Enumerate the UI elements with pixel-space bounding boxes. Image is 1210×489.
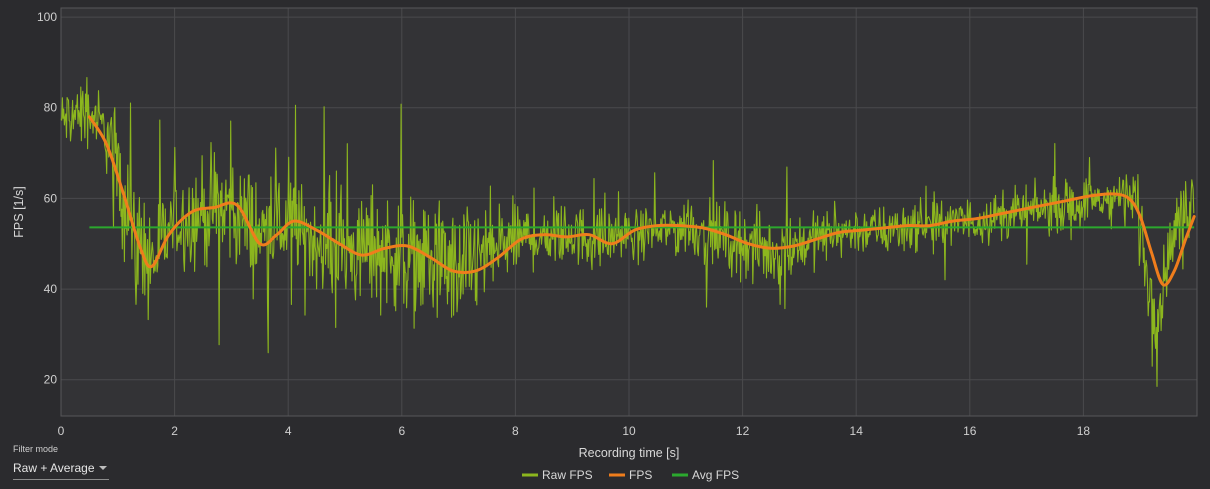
x-tick-label: 14 — [850, 424, 864, 438]
x-tick-label: 6 — [398, 424, 405, 438]
x-tick-label: 0 — [58, 424, 65, 438]
filter-mode: Filter mode Raw + Average — [13, 444, 109, 480]
y-tick-label: 60 — [44, 191, 58, 205]
y-tick-label: 20 — [44, 373, 58, 387]
x-tick-label: 16 — [963, 424, 977, 438]
chevron-down-icon — [99, 466, 107, 470]
y-tick-labels: 20 40 60 80 100 — [37, 10, 57, 387]
legend-label: FPS — [629, 468, 652, 482]
legend-label: Avg FPS — [692, 468, 739, 482]
legend-label: Raw FPS — [542, 468, 593, 482]
x-tick-label: 2 — [171, 424, 178, 438]
fps-chart: 0 2 4 6 8 10 12 14 16 18 20 40 60 80 100 Recording ti… — [12, 7, 1198, 482]
filter-mode-select[interactable]: Raw + Average — [13, 457, 109, 480]
x-tick-label: 10 — [622, 424, 636, 438]
legend: Raw FPS FPS Avg FPS — [522, 468, 739, 482]
x-tick-label: 18 — [1077, 424, 1091, 438]
x-tick-label: 8 — [512, 424, 519, 438]
x-tick-label: 4 — [285, 424, 292, 438]
y-tick-label: 80 — [44, 101, 58, 115]
y-tick-label: 40 — [44, 282, 58, 296]
filter-mode-value: Raw + Average — [13, 461, 95, 475]
x-tick-label: 12 — [736, 424, 750, 438]
y-axis-title: FPS [1/s] — [12, 186, 26, 237]
x-tick-labels: 0 2 4 6 8 10 12 14 16 18 — [58, 424, 1091, 438]
y-tick-label: 100 — [37, 10, 57, 24]
filter-mode-caption: Filter mode — [13, 444, 59, 454]
x-axis-title: Recording time [s] — [579, 446, 680, 460]
